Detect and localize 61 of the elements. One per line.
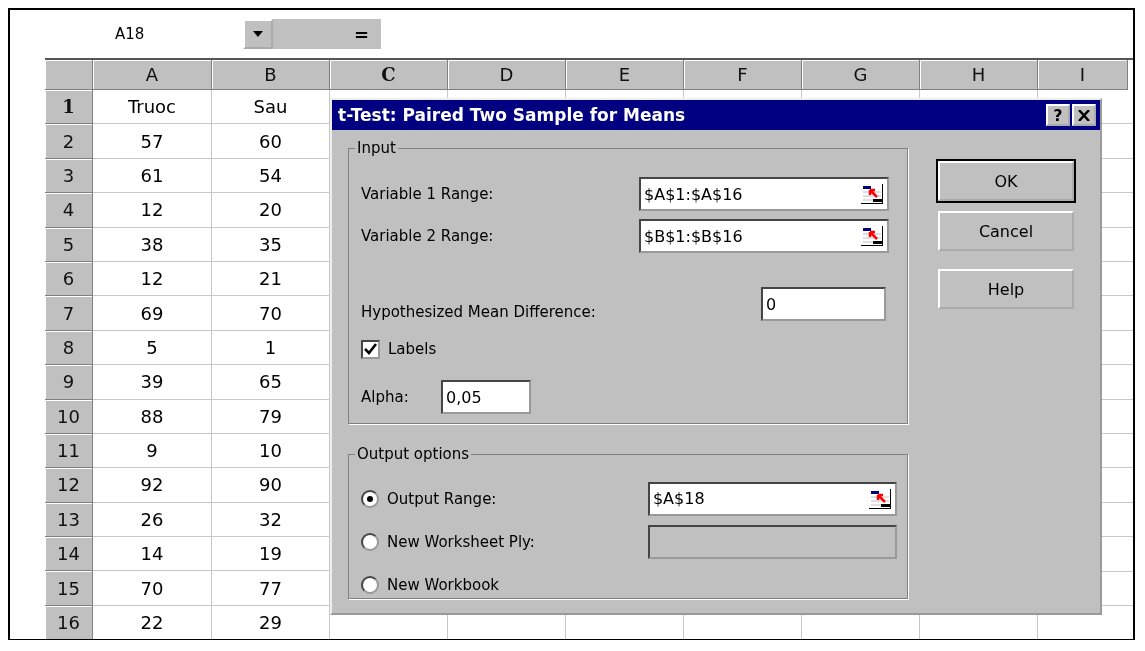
input-field[interactable]: 0	[761, 287, 886, 321]
cell-picker-icon[interactable]	[861, 184, 883, 204]
radio-label[interactable]: Output Range:	[386, 489, 648, 508]
field-label: Hypothesized Mean Difference:	[361, 303, 597, 321]
dialog-button[interactable]: OK	[938, 161, 1074, 201]
group-title: Input	[355, 139, 398, 157]
dialog-button[interactable]: Cancel	[938, 211, 1074, 251]
column-header[interactable]: E	[566, 60, 684, 90]
radio-label[interactable]: New Worksheet Ply:	[386, 532, 648, 551]
close-icon	[1078, 109, 1090, 121]
row-header[interactable]: 14	[45, 537, 93, 572]
radio-label[interactable]: New Workbook	[387, 575, 649, 594]
row-header[interactable]: 2	[45, 124, 93, 159]
dialog-button[interactable]: Help	[938, 269, 1074, 309]
row-header[interactable]: 11	[45, 433, 93, 469]
help-button[interactable]: ?	[1046, 104, 1070, 126]
field-label: Alpha:	[361, 388, 410, 406]
table-cell: 14	[93, 537, 212, 572]
column-header[interactable]: A	[93, 60, 212, 90]
radio-button[interactable]	[361, 532, 379, 551]
cell-picker-icon[interactable]	[869, 488, 891, 509]
row-header[interactable]: 16	[45, 605, 93, 639]
row-header[interactable]: 3	[45, 158, 93, 194]
checkbox-label[interactable]: Labels	[388, 340, 437, 358]
radio-button[interactable]	[361, 489, 379, 508]
name-box[interactable]: A18	[100, 19, 243, 49]
range-field[interactable]: $A$1:$A$16	[639, 177, 889, 211]
row-header[interactable]: 6	[45, 261, 93, 297]
column-header[interactable]: C	[330, 60, 448, 90]
row-header[interactable]: 7	[45, 296, 93, 331]
row-header[interactable]: 1	[45, 90, 93, 125]
column-header[interactable]: B	[212, 60, 330, 90]
checkbox[interactable]	[361, 339, 380, 359]
row-header[interactable]: 8	[45, 330, 93, 366]
column-header[interactable]: F	[684, 60, 802, 90]
radio-button[interactable]	[361, 575, 379, 594]
column-header[interactable]: I	[1038, 60, 1128, 90]
input-field[interactable]: 0,05	[441, 380, 531, 414]
field-label: Variable 1 Range:	[361, 185, 495, 203]
column-header[interactable]: H	[920, 60, 1038, 90]
table-cell: 70	[93, 571, 212, 606]
column-header[interactable]: G	[802, 60, 920, 90]
row-header[interactable]: 10	[45, 399, 93, 434]
group-title: Output options	[355, 445, 472, 463]
row-header[interactable]: 12	[45, 468, 93, 503]
select-all-button[interactable]	[45, 60, 93, 90]
range-field[interactable]: $B$1:$B$16	[639, 219, 889, 253]
row-header[interactable]: 4	[45, 193, 93, 228]
close-button[interactable]	[1072, 104, 1096, 126]
row-header[interactable]: 15	[45, 571, 93, 606]
field-label: Variable 2 Range:	[361, 227, 495, 245]
row-header[interactable]: 9	[45, 365, 93, 400]
cell-picker-icon[interactable]	[861, 226, 883, 246]
range-field[interactable]: $A$18	[647, 481, 897, 516]
window-title: t-Test: Paired Two Sample for Means	[338, 105, 686, 125]
column-header[interactable]: D	[448, 60, 566, 90]
row-header[interactable]: 5	[45, 227, 93, 262]
row-header[interactable]: 13	[45, 502, 93, 538]
dropdown-button[interactable]	[243, 19, 273, 49]
formula-bar-button[interactable]: =	[273, 19, 381, 49]
caret-icon	[253, 31, 263, 37]
